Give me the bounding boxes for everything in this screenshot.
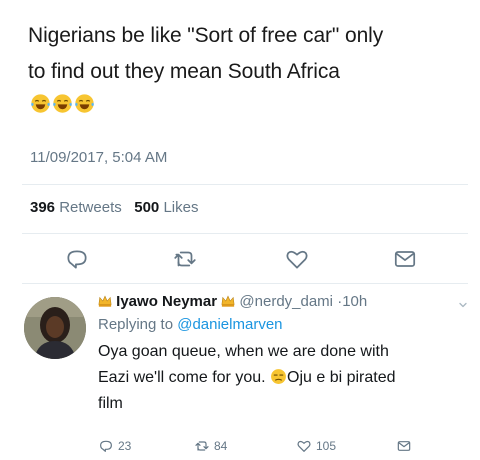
reply-like-button[interactable]: 105 xyxy=(296,438,336,454)
retweets-stat[interactable]: 396 Retweets xyxy=(30,199,122,216)
reply-action-bar: 23 84 105 xyxy=(98,438,458,456)
reply-body: Oya goan queue, when we are done with Ea… xyxy=(98,339,470,417)
direct-message-icon xyxy=(394,251,416,267)
reply-body-line-3: film xyxy=(98,395,123,412)
tears-of-joy-emoji-icon xyxy=(75,94,94,113)
unamused-face-emoji-icon xyxy=(271,369,286,384)
divider xyxy=(22,283,468,284)
reply-body-line-1: Oya goan queue, when we are done with xyxy=(98,343,389,360)
tweet-timestamp[interactable]: 11/09/2017, 5:04 AM xyxy=(30,149,167,166)
crown-emoji-icon xyxy=(221,295,235,307)
divider xyxy=(22,233,468,234)
tears-of-joy-emoji-icon xyxy=(53,94,72,113)
reply-reply-button[interactable]: 23 xyxy=(98,438,131,454)
tweet-text: Nigerians be like "Sort of free car" onl… xyxy=(28,18,468,90)
direct-message-icon xyxy=(397,441,411,451)
retweet-icon xyxy=(195,441,209,451)
reply-body-line-2b: Oju e bi pirated xyxy=(287,369,396,386)
reply-button[interactable] xyxy=(64,246,90,272)
reply-icon xyxy=(100,440,112,452)
avatar-photo xyxy=(24,297,86,359)
likes-stat[interactable]: 500 Likes xyxy=(134,199,198,216)
reply-retweet-button[interactable]: 84 xyxy=(194,438,227,454)
reply-display-name[interactable]: Iyawo Neymar xyxy=(116,293,217,310)
retweet-icon xyxy=(174,251,196,267)
tweet-text-line-1: Nigerians be like "Sort of free car" onl… xyxy=(28,24,384,47)
reply-reply-count: 23 xyxy=(118,439,132,453)
avatar[interactable] xyxy=(24,297,86,359)
tweet-stats: 396 Retweets 500 Likes xyxy=(30,199,198,216)
like-button[interactable] xyxy=(284,246,310,272)
reply-like-count: 105 xyxy=(316,439,337,453)
replying-to-prefix: Replying to xyxy=(98,316,174,333)
direct-message-button[interactable] xyxy=(392,246,418,272)
reply-body-line-2: Eazi we'll come for you. Oju e bi pirate… xyxy=(98,365,470,391)
reply-time[interactable]: 10h xyxy=(342,293,367,310)
crown-emoji-icon xyxy=(98,295,112,307)
divider xyxy=(22,184,468,185)
retweets-label: Retweets xyxy=(59,199,122,216)
reply-tweet[interactable]: Iyawo Neymar @nerdy_dami ·10h Replying t… xyxy=(98,292,470,417)
reply-icon xyxy=(67,250,87,269)
reply-body-line-2a: Eazi we'll come for you. xyxy=(98,369,266,386)
retweet-button[interactable] xyxy=(172,246,198,272)
reply-retweet-count: 84 xyxy=(214,439,228,453)
reply-header: Iyawo Neymar @nerdy_dami ·10h xyxy=(98,292,470,312)
replying-to-link[interactable]: @danielmarven xyxy=(177,316,282,333)
reply-message-button[interactable] xyxy=(396,438,412,454)
emoji-row xyxy=(30,93,95,114)
like-icon xyxy=(286,250,308,269)
like-icon xyxy=(297,440,311,452)
tweet-text-line-2: to find out they mean South Africa xyxy=(28,60,340,83)
retweets-count: 396 xyxy=(30,199,56,216)
chevron-down-icon[interactable] xyxy=(458,300,468,310)
replying-to: Replying to @danielmarven xyxy=(98,314,470,336)
tears-of-joy-emoji-icon xyxy=(31,94,50,113)
likes-label: Likes xyxy=(163,199,199,216)
reply-handle[interactable]: @nerdy_dami xyxy=(239,293,333,310)
tweet-action-bar xyxy=(0,246,480,272)
likes-count: 500 xyxy=(134,199,160,216)
